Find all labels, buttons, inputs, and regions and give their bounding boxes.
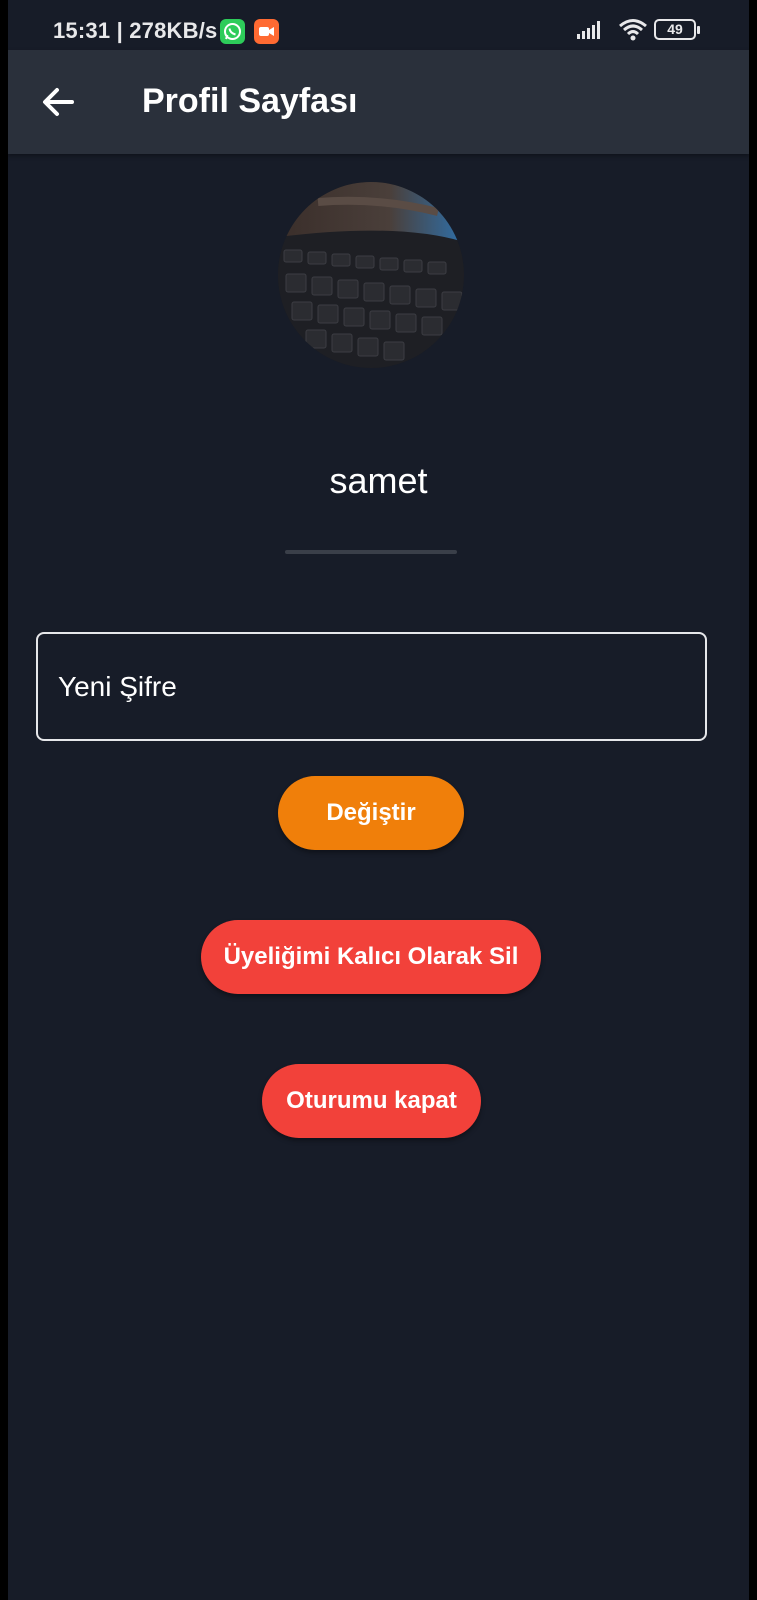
username: samet bbox=[329, 460, 428, 501]
delete-account-button[interactable]: Üyeliğimi Kalıcı Olarak Sil bbox=[201, 920, 541, 994]
new-password-input[interactable] bbox=[58, 634, 688, 739]
username-divider bbox=[285, 550, 457, 554]
profile-screen: 15:31 | 278KB/s 49 Profil Sayfası samet … bbox=[8, 0, 749, 1600]
signal-icon bbox=[576, 20, 604, 45]
app-bar: Profil Sayfası bbox=[8, 50, 749, 154]
change-password-button[interactable]: Değiştir bbox=[278, 776, 464, 850]
screen-recorder-icon bbox=[254, 19, 279, 44]
arrow-left-icon bbox=[43, 88, 74, 116]
keyboard-photo bbox=[278, 182, 464, 368]
wifi-icon bbox=[618, 18, 648, 47]
logout-button[interactable]: Oturumu kapat bbox=[262, 1064, 481, 1138]
page-title: Profil Sayfası bbox=[142, 82, 358, 120]
whatsapp-icon bbox=[220, 19, 245, 44]
profile-avatar[interactable] bbox=[278, 182, 464, 368]
status-time-speed: 15:31 | 278KB/s bbox=[53, 18, 218, 43]
back-button[interactable] bbox=[36, 80, 80, 124]
battery-icon: 49 bbox=[654, 19, 700, 40]
new-password-field[interactable] bbox=[36, 632, 707, 741]
status-bar: 15:31 | 278KB/s 49 bbox=[8, 0, 749, 50]
battery-level: 49 bbox=[667, 21, 683, 37]
